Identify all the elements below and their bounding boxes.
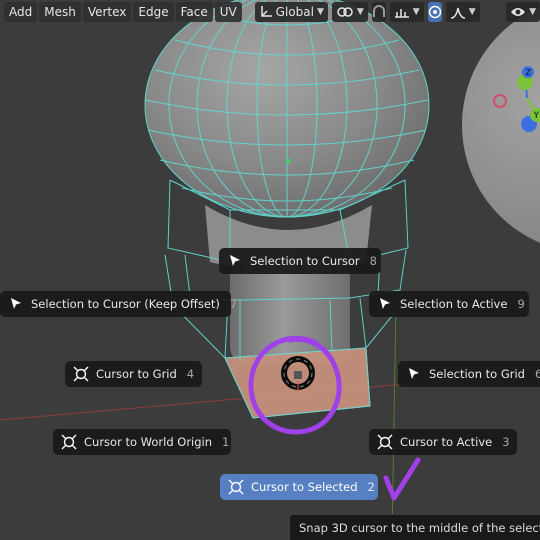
annotation-overlay: [248, 335, 421, 501]
3d-viewport[interactable]: Z Y Add Mesh Vertex Edge Face UV Global …: [0, 0, 540, 540]
annotation-circle: [248, 335, 342, 435]
tooltip-text: Snap 3D cursor to the middle of the sele…: [299, 521, 540, 535]
tooltip: Snap 3D cursor to the middle of the sele…: [289, 514, 540, 540]
annotation-checkmark: [383, 457, 421, 501]
